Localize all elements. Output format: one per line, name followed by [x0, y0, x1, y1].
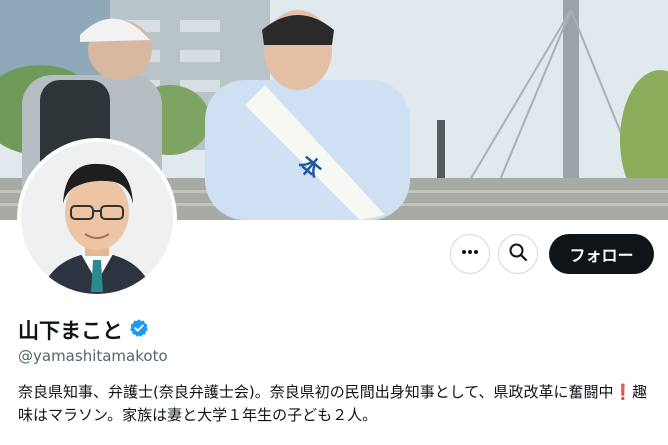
avatar-photo	[21, 142, 173, 294]
profile-avatar[interactable]	[17, 138, 177, 298]
search-icon	[508, 242, 528, 266]
verified-badge-icon[interactable]	[129, 318, 149, 342]
follow-button[interactable]: フォロー	[549, 234, 654, 274]
display-name: 山下まこと	[18, 319, 123, 343]
profile-bio: 奈良県知事、弁護士(奈良弁護士会)。奈良県初の民間出身知事として、県政改革に奮闘…	[18, 383, 648, 424]
search-button[interactable]	[498, 234, 538, 274]
name-row: 山下まこと	[18, 315, 149, 345]
more-icon	[460, 242, 480, 266]
more-options-button[interactable]	[450, 234, 490, 274]
username-handle: @yamashitamakoto	[18, 347, 168, 365]
